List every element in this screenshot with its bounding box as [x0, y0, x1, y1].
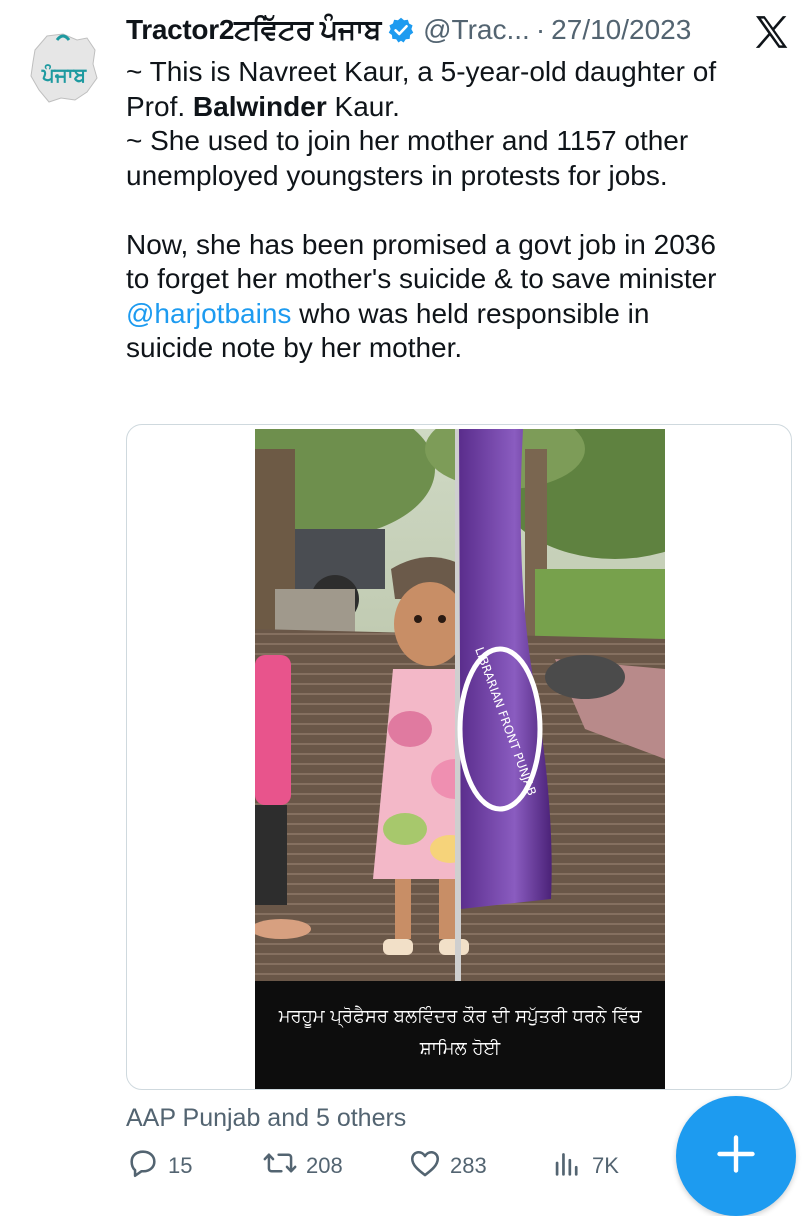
tweet-line: ~ This is Navreet Kaur, a 5-year-old dau… [126, 56, 717, 87]
photo-caption: ਮਰਹੂਮ ਪ੍ਰੋਫੈਸਰ ਬਲਵਿੰਦਰ ਕੌਰ ਦੀ ਸਪੁੱਤਰੀ ਧਰ… [273, 1001, 647, 1065]
repost-icon [262, 1146, 306, 1186]
caption-line: ਮਰਹੂਮ ਪ੍ਰੋਫੈਸਰ ਬਲਵਿੰਦਰ ਕੌਰ ਦੀ ਸਪੁੱਤਰੀ ਧਰ… [278, 1006, 642, 1027]
tweet-line: Prof. Balwinder Kaur. [126, 90, 796, 125]
tweet-header: Tractor2ਟਵਿੱਟਰ ਪੰਜਾਬ @Trac... · 27/10/20… [126, 10, 806, 50]
author-name[interactable]: Tractor2ਟਵਿੱਟਰ ਪੰਜਾਬ [126, 14, 381, 47]
views-count: 7K [592, 1153, 619, 1178]
svg-text:ਪੰਜਾਬ: ਪੰਜਾਬ [41, 63, 88, 87]
caption-line: ਸ਼ਾਮਿਲ ਹੋਈ [419, 1038, 501, 1059]
x-logo-icon[interactable] [751, 12, 791, 52]
compose-button[interactable] [676, 1096, 796, 1216]
liked-by-text[interactable]: AAP Punjab and 5 others [126, 1104, 406, 1133]
author-handle[interactable]: @Trac... [423, 14, 530, 46]
reply-count: 15 [168, 1153, 193, 1178]
photo-illustration: LIBRARIAN FRONT PUNJAB [255, 429, 665, 981]
action-bar: 15 208 283 7K [126, 1146, 686, 1186]
like-button[interactable]: 283 [408, 1146, 487, 1186]
tweet-bold-text: Balwinder [192, 90, 327, 122]
tweet-line: unemployed youngsters in protests for jo… [126, 159, 668, 191]
verified-badge-icon [387, 16, 415, 44]
tweet-photo[interactable]: LIBRARIAN FRONT PUNJAB ਮਰਹੂਮ ਪ੍ਰੋਫੈਸਰ ਬਲ… [255, 429, 665, 1089]
tweet-text-span: Prof. [126, 90, 193, 122]
mention-link[interactable]: @harjotbains [126, 298, 291, 329]
tweet-line: ~ She used to join her mother and 1157 o… [126, 125, 689, 156]
photo-caption-box: ਮਰਹੂਮ ਪ੍ਰੋਫੈਸਰ ਬਲਵਿੰਦਰ ਕੌਰ ਦੀ ਸਪੁੱਤਰੀ ਧਰ… [255, 981, 665, 1089]
tweet-line: suicide note by her mother. [126, 332, 463, 363]
repost-count: 208 [306, 1153, 343, 1178]
tweet-line: to forget her mother's suicide & to save… [126, 263, 717, 294]
tweet-line: @harjotbains who was held responsible in [126, 297, 796, 332]
reply-button[interactable]: 15 [126, 1146, 192, 1186]
tweet-text-span: who was held responsible in [291, 297, 650, 329]
reply-icon [126, 1146, 168, 1186]
tweet-body: ~ This is Navreet Kaur, a 5-year-old dau… [126, 55, 796, 366]
like-count: 283 [450, 1153, 487, 1178]
tweet-line: Now, she has been promised a govt job in… [126, 228, 716, 260]
separator-dot: · [535, 14, 546, 45]
repost-button[interactable]: 208 [262, 1146, 343, 1186]
views-button[interactable]: 7K [550, 1146, 619, 1186]
tweet-text-span: Kaur. [326, 90, 400, 122]
plus-icon [714, 1132, 758, 1181]
views-icon [550, 1146, 592, 1186]
tweet-date[interactable]: 27/10/2023 [551, 14, 691, 46]
punjab-map-logo: ਪੰਜਾਬ [17, 20, 111, 114]
like-icon [408, 1146, 450, 1186]
media-card[interactable]: LIBRARIAN FRONT PUNJAB ਮਰਹੂਮ ਪ੍ਰੋਫੈਸਰ ਬਲ… [126, 424, 792, 1090]
author-avatar[interactable]: ਪੰਜਾਬ [17, 20, 111, 114]
